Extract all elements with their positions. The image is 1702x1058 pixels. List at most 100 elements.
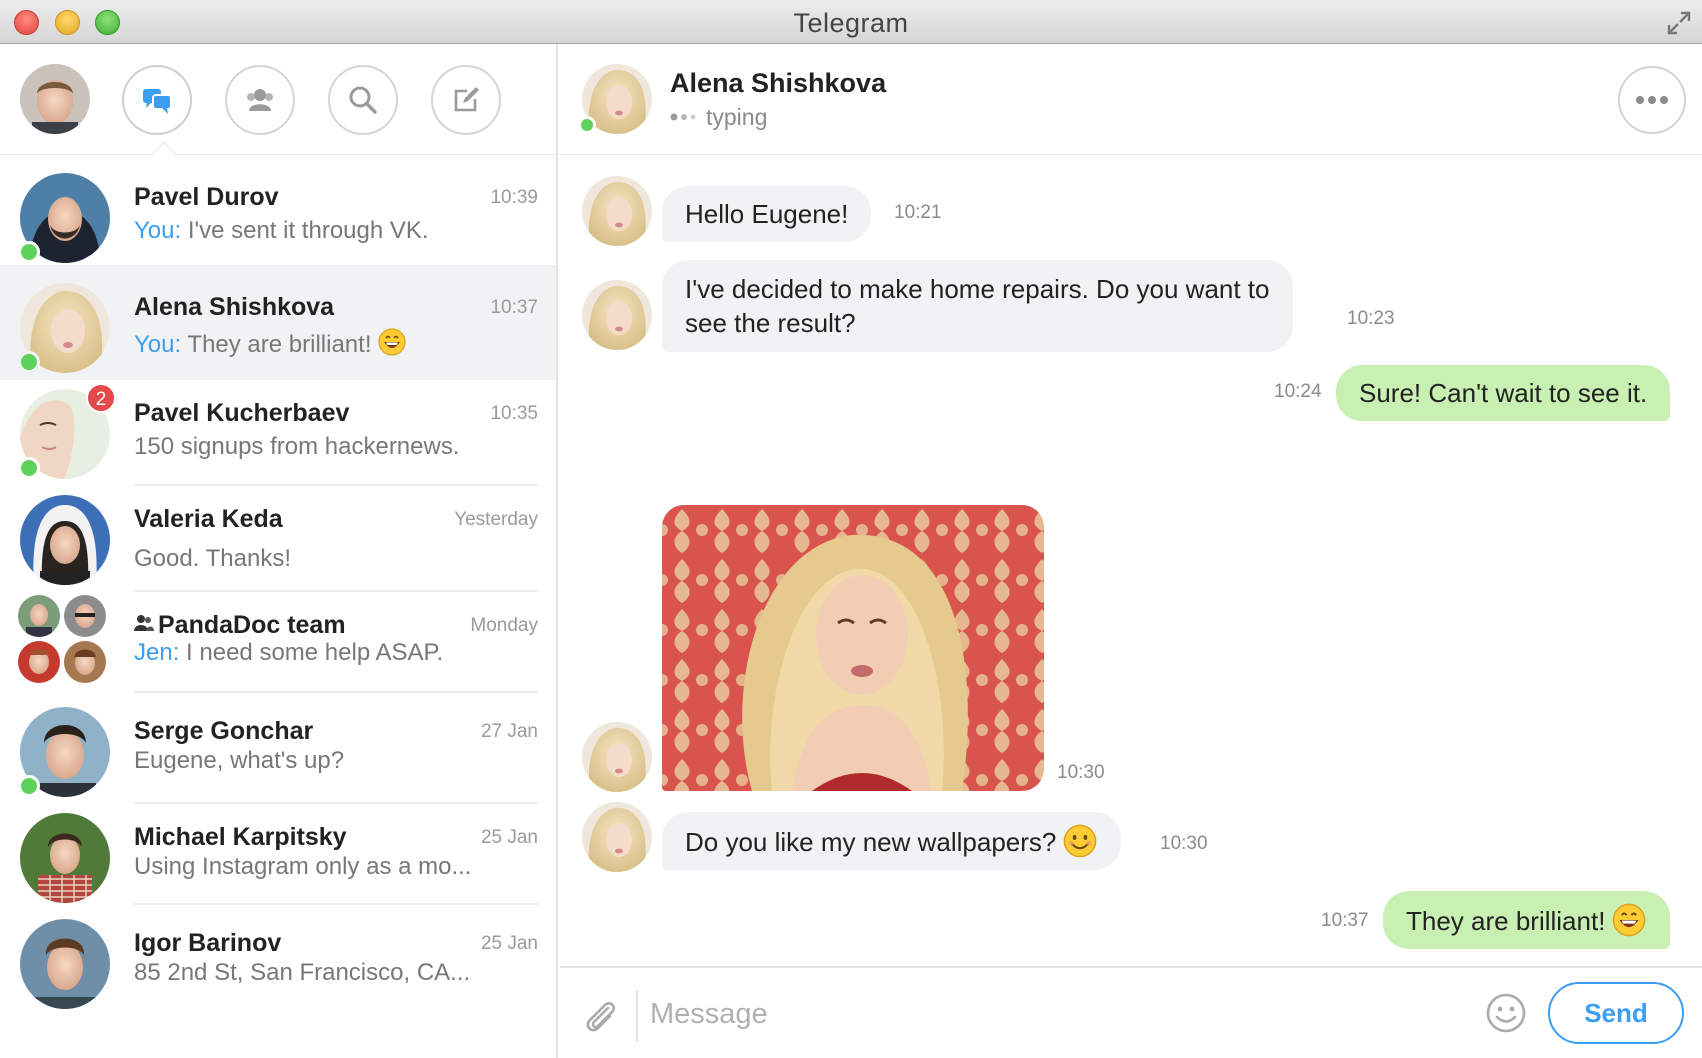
chat-preview: Eugene, what's up? bbox=[134, 747, 344, 775]
title-bar: Telegram bbox=[0, 0, 1702, 44]
unread-badge: 2 bbox=[86, 383, 116, 413]
preview-text: Eugene, what's up? bbox=[134, 747, 345, 774]
compose-button[interactable] bbox=[431, 65, 501, 135]
group-avatar bbox=[18, 595, 114, 691]
online-indicator bbox=[18, 351, 40, 373]
chat-preview: Jen: I need some help ASAP. bbox=[134, 639, 443, 667]
grinning-face-icon bbox=[378, 328, 407, 356]
incoming-message: Hello Eugene! bbox=[662, 186, 872, 242]
outgoing-message: Sure! Can't wait to see it. bbox=[1336, 365, 1671, 421]
preview-text: 150 signups from hackernews. bbox=[134, 433, 460, 460]
avatar bbox=[20, 919, 110, 1009]
smiling-face-icon bbox=[1064, 824, 1097, 858]
conversation-status: typing bbox=[670, 104, 767, 131]
chat-item-valeria-keda[interactable]: Valeria Keda Yesterday Good. Thanks! bbox=[0, 477, 556, 592]
chats-tab-button[interactable] bbox=[122, 65, 192, 135]
chat-bubbles-icon bbox=[143, 89, 172, 114]
online-indicator bbox=[18, 457, 40, 479]
message-avatar bbox=[582, 176, 652, 246]
contacts-tab-button[interactable] bbox=[225, 65, 295, 135]
contacts-icon bbox=[247, 89, 273, 111]
message-text: They are brilliant! bbox=[1406, 906, 1606, 936]
incoming-message: I've decided to make home repairs. Do yo… bbox=[662, 260, 1293, 352]
search-tab-button[interactable] bbox=[328, 65, 398, 135]
chat-name: Michael Karpitsky bbox=[134, 823, 347, 851]
chat-name: Pavel Kucherbaev bbox=[134, 399, 350, 427]
chat-item-pavel-kucherbaev[interactable]: 2 Pavel Kucherbaev 10:35 150 signups fro… bbox=[0, 371, 556, 486]
conversation-name: Alena Shishkova bbox=[670, 68, 887, 98]
search-icon bbox=[349, 86, 377, 114]
more-options-button[interactable] bbox=[1618, 66, 1686, 134]
send-button[interactable]: Send bbox=[1548, 982, 1684, 1044]
chat-name-text: PandaDoc team bbox=[158, 611, 346, 639]
avatar bbox=[20, 813, 110, 903]
chat-preview: You: They are brilliant! bbox=[134, 327, 407, 359]
chat-name: Pavel Durov bbox=[134, 183, 279, 211]
group-icon bbox=[134, 615, 154, 631]
grinning-face-icon bbox=[1613, 903, 1646, 937]
chat-item-igor-barinov[interactable]: Igor Barinov 25 Jan 85 2nd St, San Franc… bbox=[0, 901, 556, 1016]
chat-item-serge-gonchar[interactable]: Serge Gonchar 27 Jan Eugene, what's up? bbox=[0, 689, 556, 804]
own-avatar[interactable] bbox=[20, 64, 90, 134]
message-text-line: I've decided to make home repairs. Do yo… bbox=[685, 274, 1270, 304]
message-time: 10:37 bbox=[1321, 910, 1369, 931]
chat-time: 10:35 bbox=[490, 403, 538, 424]
incoming-message: Do you like my new wallpapers? bbox=[662, 812, 1122, 870]
chat-time: 27 Jan bbox=[480, 721, 538, 742]
chat-item-pavel-durov[interactable]: Pavel Durov 10:39 You: I've sent it thro… bbox=[0, 155, 556, 270]
preview-text: I've sent it through VK. bbox=[181, 217, 429, 244]
chat-preview: You: I've sent it through VK. bbox=[134, 217, 429, 245]
chat-time: 10:39 bbox=[490, 187, 538, 208]
chat-name: Alena Shishkova bbox=[134, 293, 335, 321]
chat-time: 25 Jan bbox=[480, 933, 538, 954]
message-time: 10:30 bbox=[1160, 833, 1208, 854]
chat-preview: Good. Thanks! bbox=[134, 545, 291, 573]
message-time: 10:30 bbox=[1057, 762, 1105, 783]
sidebar-toolbar bbox=[0, 44, 556, 165]
window-title: Telegram bbox=[793, 8, 909, 38]
online-indicator bbox=[18, 775, 40, 797]
typing-dots-icon bbox=[670, 113, 696, 121]
chat-time: 10:37 bbox=[490, 297, 538, 318]
chat-preview: 150 signups from hackernews. bbox=[134, 433, 460, 461]
chat-name: Igor Barinov bbox=[134, 929, 282, 957]
chat-time: Yesterday bbox=[454, 509, 538, 530]
more-icon bbox=[1636, 96, 1668, 104]
emoji-picker-icon[interactable] bbox=[1485, 992, 1527, 1034]
chat-item-pandadoc-team[interactable]: PandaDoc team Monday Jen: I need some he… bbox=[0, 583, 556, 698]
message-time: 10:23 bbox=[1347, 308, 1395, 329]
preview-text: Using Instagram only as a mo... bbox=[134, 853, 472, 880]
preview-sender: You: bbox=[134, 331, 182, 358]
photo-message[interactable] bbox=[662, 505, 1044, 791]
compose-icon bbox=[454, 87, 479, 112]
chat-time: 25 Jan bbox=[480, 827, 538, 848]
message-time: 10:24 bbox=[1274, 381, 1322, 402]
preview-text: Good. Thanks! bbox=[134, 545, 291, 572]
conversation-panel: Alena Shishkova typing Hello Eugene! 10:… bbox=[560, 44, 1702, 1058]
fullscreen-icon[interactable] bbox=[1666, 10, 1692, 36]
conversation-header: Alena Shishkova typing bbox=[560, 44, 1702, 155]
preview-text: 85 2nd St, San Francisco, CA... bbox=[134, 959, 471, 986]
preview-sender: You: bbox=[134, 217, 182, 244]
preview-sender: Jen: bbox=[134, 639, 180, 666]
message-input[interactable] bbox=[646, 988, 1406, 1040]
message-text: Do you like my new wallpapers? bbox=[685, 827, 1057, 857]
message-avatar bbox=[582, 280, 652, 350]
chat-item-michael-karpitsky[interactable]: Michael Karpitsky 25 Jan Using Instagram… bbox=[0, 795, 556, 910]
chat-preview: 85 2nd St, San Francisco, CA... bbox=[134, 959, 470, 987]
message-composer: Send bbox=[560, 966, 1702, 1058]
composer-divider bbox=[636, 990, 638, 1042]
outgoing-message: They are brilliant! bbox=[1383, 891, 1671, 949]
message-text-line: see the result? bbox=[685, 308, 856, 338]
chat-item-alena-shishkova[interactable]: Alena Shishkova 10:37 You: They are bril… bbox=[0, 265, 556, 380]
message-avatar bbox=[582, 722, 652, 792]
chat-name: Serge Gonchar bbox=[134, 717, 314, 745]
message-time: 10:21 bbox=[894, 202, 942, 223]
online-indicator bbox=[18, 241, 40, 263]
message-avatar bbox=[582, 802, 652, 872]
chat-time: Monday bbox=[470, 615, 538, 636]
status-text: typing bbox=[706, 104, 768, 130]
paperclip-icon[interactable] bbox=[580, 996, 620, 1036]
chat-name: PandaDoc team bbox=[134, 611, 346, 640]
online-indicator bbox=[578, 116, 596, 134]
